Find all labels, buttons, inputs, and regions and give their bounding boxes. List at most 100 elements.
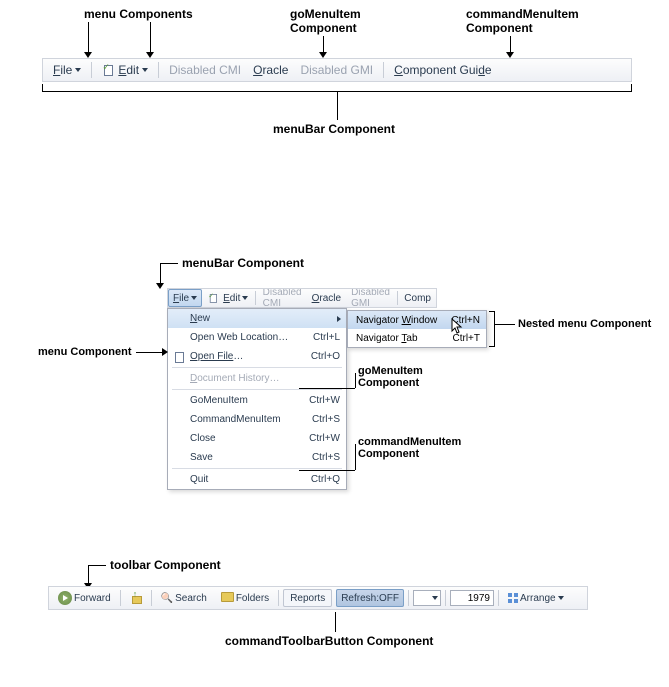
toolbar-search[interactable]: Search (156, 589, 212, 607)
dropdown-label: Save (190, 452, 213, 463)
menu-label: Disabled GMI (300, 63, 373, 77)
annotation-line (337, 92, 338, 120)
menu-label: Comp (404, 293, 431, 304)
toolbar-label: Refresh:OFF (341, 593, 399, 604)
toolbar-folders[interactable]: Folders (216, 589, 274, 607)
menu-oracle[interactable]: Oracle (247, 59, 294, 81)
dropdown-label: GoMenuItem (190, 395, 248, 406)
menu-disabled-gmi-2: Disabled GMI (346, 289, 395, 307)
label-go-menu-item-component-2: goMenuItem Component (358, 365, 423, 389)
submenu-item-nav-window[interactable]: Navigator Window Ctrl+N (348, 311, 486, 329)
file-icon (173, 351, 185, 363)
annotation-line (150, 22, 151, 52)
caret-down-icon (432, 596, 438, 600)
annotation-line (88, 565, 106, 566)
menu-oracle-2[interactable]: Oracle (307, 289, 346, 307)
separator (278, 590, 279, 606)
dropdown-item-gomenuitem[interactable]: GoMenuItem Ctrl+W (168, 391, 346, 410)
submenu-label: Navigator Tab (356, 333, 418, 344)
menu-label: Disabled CMI (263, 288, 302, 308)
annotation-line (88, 22, 89, 52)
folder-icon (221, 592, 234, 605)
toolbar-dropdown[interactable] (413, 590, 441, 606)
menu-edit[interactable]: Edit (96, 59, 154, 81)
label-command-menu-item-component: commandMenuItem Component (466, 7, 579, 35)
toolbar-year-input[interactable] (450, 590, 494, 606)
dropdown-item-open-web[interactable]: Open Web Location… Ctrl+L (168, 328, 346, 347)
menu-label: Component Guide (394, 63, 491, 77)
annotation-line (510, 36, 511, 52)
menu-label: File (53, 63, 72, 77)
menu-label: Edit (223, 293, 240, 304)
label-command-toolbar-button: commandToolbarButton Component (225, 634, 433, 648)
separator (91, 62, 92, 78)
folder-up-icon (130, 592, 142, 604)
annotation-line (160, 263, 178, 264)
toolbar-reports[interactable]: Reports (283, 589, 332, 607)
dropdown-item-new[interactable]: New (168, 309, 346, 328)
submenu-item-nav-tab[interactable]: Navigator Tab Ctrl+T (348, 329, 486, 347)
toolbar-forward[interactable]: Forward (53, 589, 116, 607)
label-menubar-component-2: menuBar Component (182, 256, 304, 270)
separator (445, 590, 446, 606)
separator (172, 367, 342, 368)
separator (120, 590, 121, 606)
dropdown-item-close[interactable]: Close Ctrl+W (168, 429, 346, 448)
menubar-2: File Edit Disabled CMI Oracle Disabled G… (167, 288, 437, 308)
annotation-line (160, 263, 161, 285)
toolbar-arrange[interactable]: Arrange (503, 589, 569, 607)
annotation-line (323, 36, 324, 52)
forward-icon (58, 591, 72, 605)
annotation-line (299, 388, 355, 389)
caret-down-icon (558, 596, 564, 600)
toolbar: Forward Search Folders Reports Refresh:O… (48, 586, 588, 610)
label-nested-menu-component: Nested menu Component (518, 318, 651, 330)
caret-down-icon (242, 296, 248, 300)
separator (172, 468, 342, 469)
label-menu-components: menu Components (84, 7, 193, 21)
label-go-menu-item-component: goMenuItem Component (290, 7, 361, 35)
toolbar-refresh[interactable]: Refresh:OFF (336, 589, 404, 607)
menu-comp[interactable]: Comp (399, 289, 436, 307)
label-command-menu-item-component-2: commandMenuItem Component (358, 436, 461, 460)
toolbar-up[interactable] (125, 589, 147, 607)
annotation-line (299, 470, 355, 471)
menu-disabled-cmi: Disabled CMI (163, 59, 247, 81)
dropdown-label: CommandMenuItem (190, 414, 281, 425)
shortcut: Ctrl+S (312, 452, 340, 463)
menu-label: Oracle (253, 63, 288, 77)
shortcut: Ctrl+Q (311, 474, 340, 485)
shortcut: Ctrl+L (313, 332, 340, 343)
edit-icon (102, 64, 114, 76)
separator (172, 389, 342, 390)
menu-disabled-cmi-2: Disabled CMI (258, 289, 307, 307)
dropdown-item-quit[interactable]: Quit Ctrl+Q (168, 470, 346, 489)
dropdown-item-commandmenuitem[interactable]: CommandMenuItem Ctrl+S (168, 410, 346, 429)
menu-label: Disabled CMI (169, 63, 241, 77)
menu-edit-2[interactable]: Edit (202, 289, 253, 307)
label-menu-component: menu Component (38, 346, 132, 358)
menu-file[interactable]: File (47, 59, 87, 81)
grid-icon (508, 593, 518, 603)
menu-file-active[interactable]: File (168, 289, 202, 307)
menu-label: Edit (118, 63, 139, 77)
toolbar-label: Search (175, 593, 207, 604)
menu-label: Oracle (312, 293, 341, 304)
label-menubar-component: menuBar Component (273, 122, 395, 136)
label-toolbar-component: toolbar Component (110, 558, 221, 572)
dropdown-item-save[interactable]: Save Ctrl+S (168, 448, 346, 467)
dropdown-label: Open Web Location… (190, 332, 288, 343)
dropdown-item-open-file[interactable]: Open File… Ctrl+O (168, 347, 346, 366)
shortcut: Ctrl+W (309, 433, 340, 444)
annotation-line (495, 324, 515, 325)
dropdown-item-doc-history: Document History… (168, 369, 346, 388)
dropdown-label: Close (190, 433, 216, 444)
cursor-icon (451, 318, 465, 336)
menu-component-guide[interactable]: Component Guide (388, 59, 497, 81)
shortcut: Ctrl+O (311, 351, 340, 362)
separator (158, 62, 159, 78)
dropdown-file: New Open Web Location… Ctrl+L Open File…… (167, 308, 347, 490)
caret-down-icon (75, 68, 81, 72)
annotation-line (335, 612, 336, 632)
edit-icon (208, 293, 218, 303)
